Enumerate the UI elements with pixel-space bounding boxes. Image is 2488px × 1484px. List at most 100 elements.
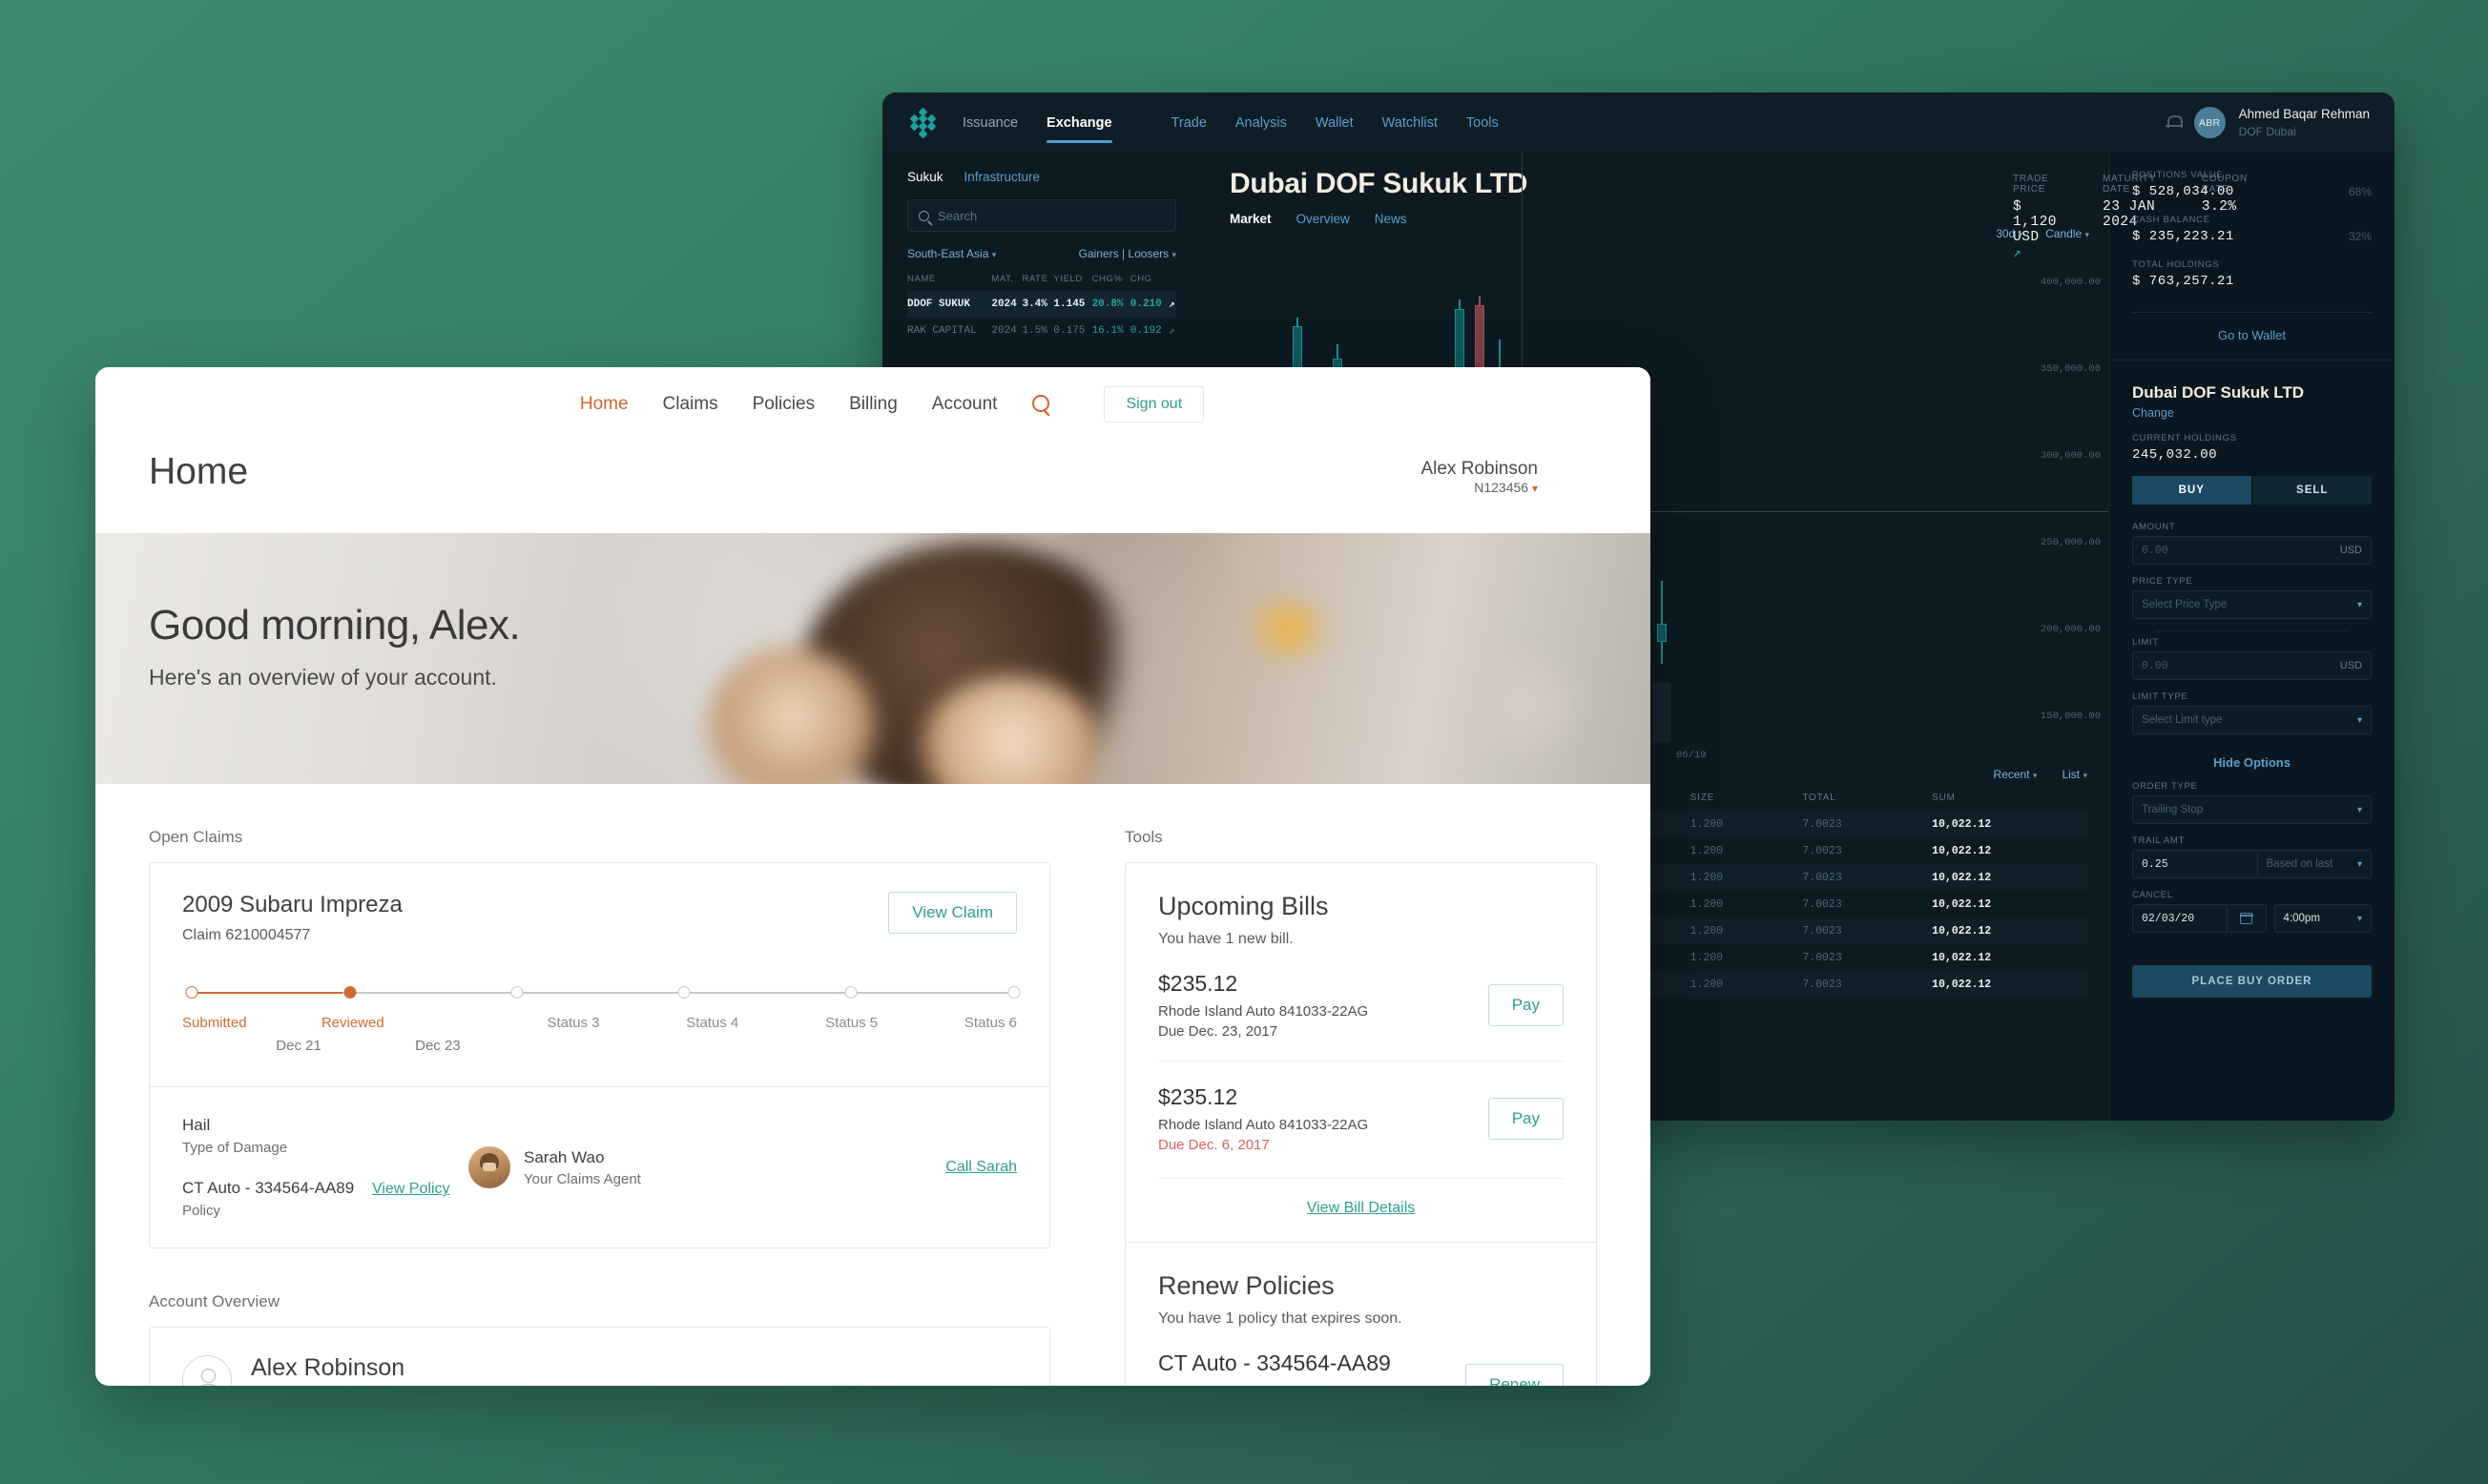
sort-filter[interactable]: Gainers | Loosers ▾ (1079, 247, 1176, 260)
cell-size: 1.200 (1690, 924, 1724, 938)
nav-item-home[interactable]: Home (580, 394, 629, 415)
col-yield: YIELD (1053, 274, 1083, 284)
chart-range-select[interactable]: 30d ▾ (1996, 227, 2022, 240)
trail-basis-select[interactable]: Based on last ▾ (2256, 850, 2372, 878)
ticket-instrument-title: Dubai DOF Sukuk LTD (2132, 383, 2305, 402)
renew-button[interactable]: Renew (1465, 1364, 1564, 1386)
step-4: Status 4 (686, 1015, 739, 1031)
bill-amount: $235.12 (1158, 1084, 1238, 1109)
nav-item-watchlist[interactable]: Watchlist (1382, 115, 1438, 131)
user-name: Ahmed Baqar Rehman (2238, 107, 2370, 122)
renew-policy-term: Aug. 22, 2016–Aug. 22, 2017 (1158, 1383, 1391, 1386)
nav-item-tools[interactable]: Tools (1466, 115, 1499, 131)
search-icon[interactable] (1031, 394, 1052, 415)
chart-type-select[interactable]: Candle ▾ (2045, 227, 2089, 240)
cancel-field: CANCEL 02/03/20 4:00pm ▾ (2132, 890, 2372, 933)
tab-infrastructure[interactable]: Infrastructure (964, 170, 1041, 184)
renew-policy-name: CT Auto - 334564-AA89 (1158, 1350, 1391, 1375)
limit-input[interactable]: 0.00 USD (2132, 651, 2372, 680)
damage-type-label: Type of Damage (182, 1140, 288, 1156)
tab-sukuk[interactable]: Sukuk (907, 170, 943, 184)
stepper-dot-2[interactable] (343, 986, 357, 999)
sign-out-button[interactable]: Sign out (1104, 386, 1205, 423)
nav-item-analysis[interactable]: Analysis (1235, 115, 1287, 131)
hide-options-link[interactable]: Hide Options (2132, 746, 2372, 781)
limit-type-select[interactable]: Select Limit type ▾ (2132, 706, 2372, 734)
cash-balance: CASH BALANCE $ 235,223.21 32% (2132, 215, 2372, 244)
col-rate: RATE (1022, 274, 1048, 284)
table-row[interactable]: RAK CAPITAL 2024 1.5% 0.175 16.1% 0.192 … (907, 318, 1176, 344)
nav-item-issuance[interactable]: Issuance (963, 93, 1018, 153)
bell-icon[interactable] (2165, 114, 2183, 132)
nav-item-billing[interactable]: Billing (849, 394, 898, 415)
stepper-dot-3[interactable] (510, 986, 524, 999)
volume-bar (1652, 683, 1670, 742)
go-to-wallet-link[interactable]: Go to Wallet (2109, 313, 2395, 360)
stepper-dot-5[interactable] (844, 986, 858, 999)
price-type-select[interactable]: Select Price Type ▾ (2132, 590, 2372, 619)
chevron-down-icon: ▾ (2356, 804, 2362, 815)
nav-item-claims[interactable]: Claims (663, 394, 718, 415)
nav-item-account[interactable]: Account (932, 394, 998, 415)
nav-item-wallet[interactable]: Wallet (1316, 115, 1354, 131)
nav-item-trade[interactable]: Trade (1171, 115, 1207, 131)
order-type-select[interactable]: Trailing Stop ▾ (2132, 795, 2372, 824)
subtab-market[interactable]: Market (1230, 212, 1272, 226)
cancel-date-input[interactable]: 02/03/20 (2132, 904, 2229, 933)
view-bill-details-link[interactable]: View Bill Details (1307, 1200, 1416, 1216)
calendar-button[interactable] (2228, 904, 2267, 933)
orders-sort-select[interactable]: Recent ▾ (1994, 768, 2038, 781)
subtab-news[interactable]: News (1375, 212, 1407, 226)
cell-total: 7.0023 (1802, 817, 1842, 831)
col-mat: MAT. (991, 274, 1014, 284)
cell-rate: 1.5% (1022, 325, 1047, 337)
hero-text: Good morning, Alex. Here's an overview o… (149, 602, 521, 690)
region-filter[interactable]: South-East Asia ▾ (907, 247, 996, 260)
pay-button[interactable]: Pay (1487, 984, 1564, 1026)
view-claim-button[interactable]: View Claim (888, 892, 1017, 934)
stepper-labels: Submitted Dec 21 Reviewed Dec 23 Status … (182, 1015, 1017, 1054)
open-claims-section-title: Open Claims (149, 828, 243, 846)
stepper-dot-1[interactable] (185, 986, 198, 999)
cell-sum: 10,022.12 (1932, 871, 1992, 884)
chevron-down-icon: ▾ (2356, 913, 2362, 924)
account-overview-name: Alex Robinson (251, 1354, 405, 1381)
subtab-overview[interactable]: Overview (1296, 212, 1350, 226)
table-row[interactable]: DDOF SUKUK 2024 3.4% 1.145 20.8% 0.210 ↗ (907, 291, 1176, 318)
amount-input[interactable]: 0.00 USD (2132, 536, 2372, 565)
list-filters: South-East Asia ▾ Gainers | Loosers ▾ (907, 247, 1176, 260)
col-name: NAME (907, 274, 936, 284)
bill-due: Due Dec. 23, 2017 (1158, 1023, 1278, 1040)
pay-button[interactable]: Pay (1487, 1098, 1564, 1140)
instrument-subtabs: Market Overview News (1197, 212, 2108, 226)
nav-item-policies[interactable]: Policies (753, 394, 815, 415)
stepper-dot-4[interactable] (677, 986, 691, 999)
orders-view-select[interactable]: List ▾ (2062, 768, 2087, 781)
chart-controls: 30d ▾ Candle ▾ (1996, 227, 2089, 240)
trading-nav-secondary: Trade Analysis Wallet Watchlist Tools (1171, 115, 1499, 131)
search-input[interactable]: Search (907, 199, 1176, 232)
call-agent-link[interactable]: Call Sarah (945, 1159, 1017, 1176)
trail-amount-input[interactable]: 0.25 (2132, 850, 2257, 878)
cancel-time-select[interactable]: 4:00pm ▾ (2273, 904, 2372, 933)
cell-total: 7.0023 (1802, 871, 1842, 884)
stepper-dot-6[interactable] (1007, 986, 1021, 999)
sell-button[interactable]: SELL (2252, 476, 2372, 505)
user-menu[interactable]: ABR Ahmed Baqar Rehman DOF Dubai (2165, 93, 2370, 153)
cell-sum: 10,022.12 (1932, 951, 1992, 964)
buy-button[interactable]: BUY (2132, 476, 2251, 505)
step-5: Status 5 (825, 1015, 879, 1031)
page-header: Home Alex Robinson N123456 ▾ (95, 442, 1650, 533)
change-instrument-link[interactable]: Change (2132, 406, 2372, 420)
account-switcher[interactable]: Alex Robinson N123456 ▾ (1420, 459, 1538, 495)
view-policy-link[interactable]: View Policy (372, 1181, 450, 1197)
cell-sum: 10,022.12 (1932, 978, 1992, 991)
hero-greeting: Good morning, Alex. (149, 602, 521, 649)
chevron-down-icon: ▾ (2032, 771, 2038, 780)
calendar-icon (2239, 913, 2253, 924)
place-order-button[interactable]: PLACE BUY ORDER (2132, 965, 2372, 998)
bill-row: $235.12 Rhode Island Auto 841033-22AG Du… (1158, 948, 1564, 1040)
trading-app-topbar: Issuance Exchange Trade Analysis Wallet … (882, 93, 2395, 153)
account-id: N123456 ▾ (1474, 480, 1538, 495)
nav-item-exchange[interactable]: Exchange (1047, 93, 1112, 153)
